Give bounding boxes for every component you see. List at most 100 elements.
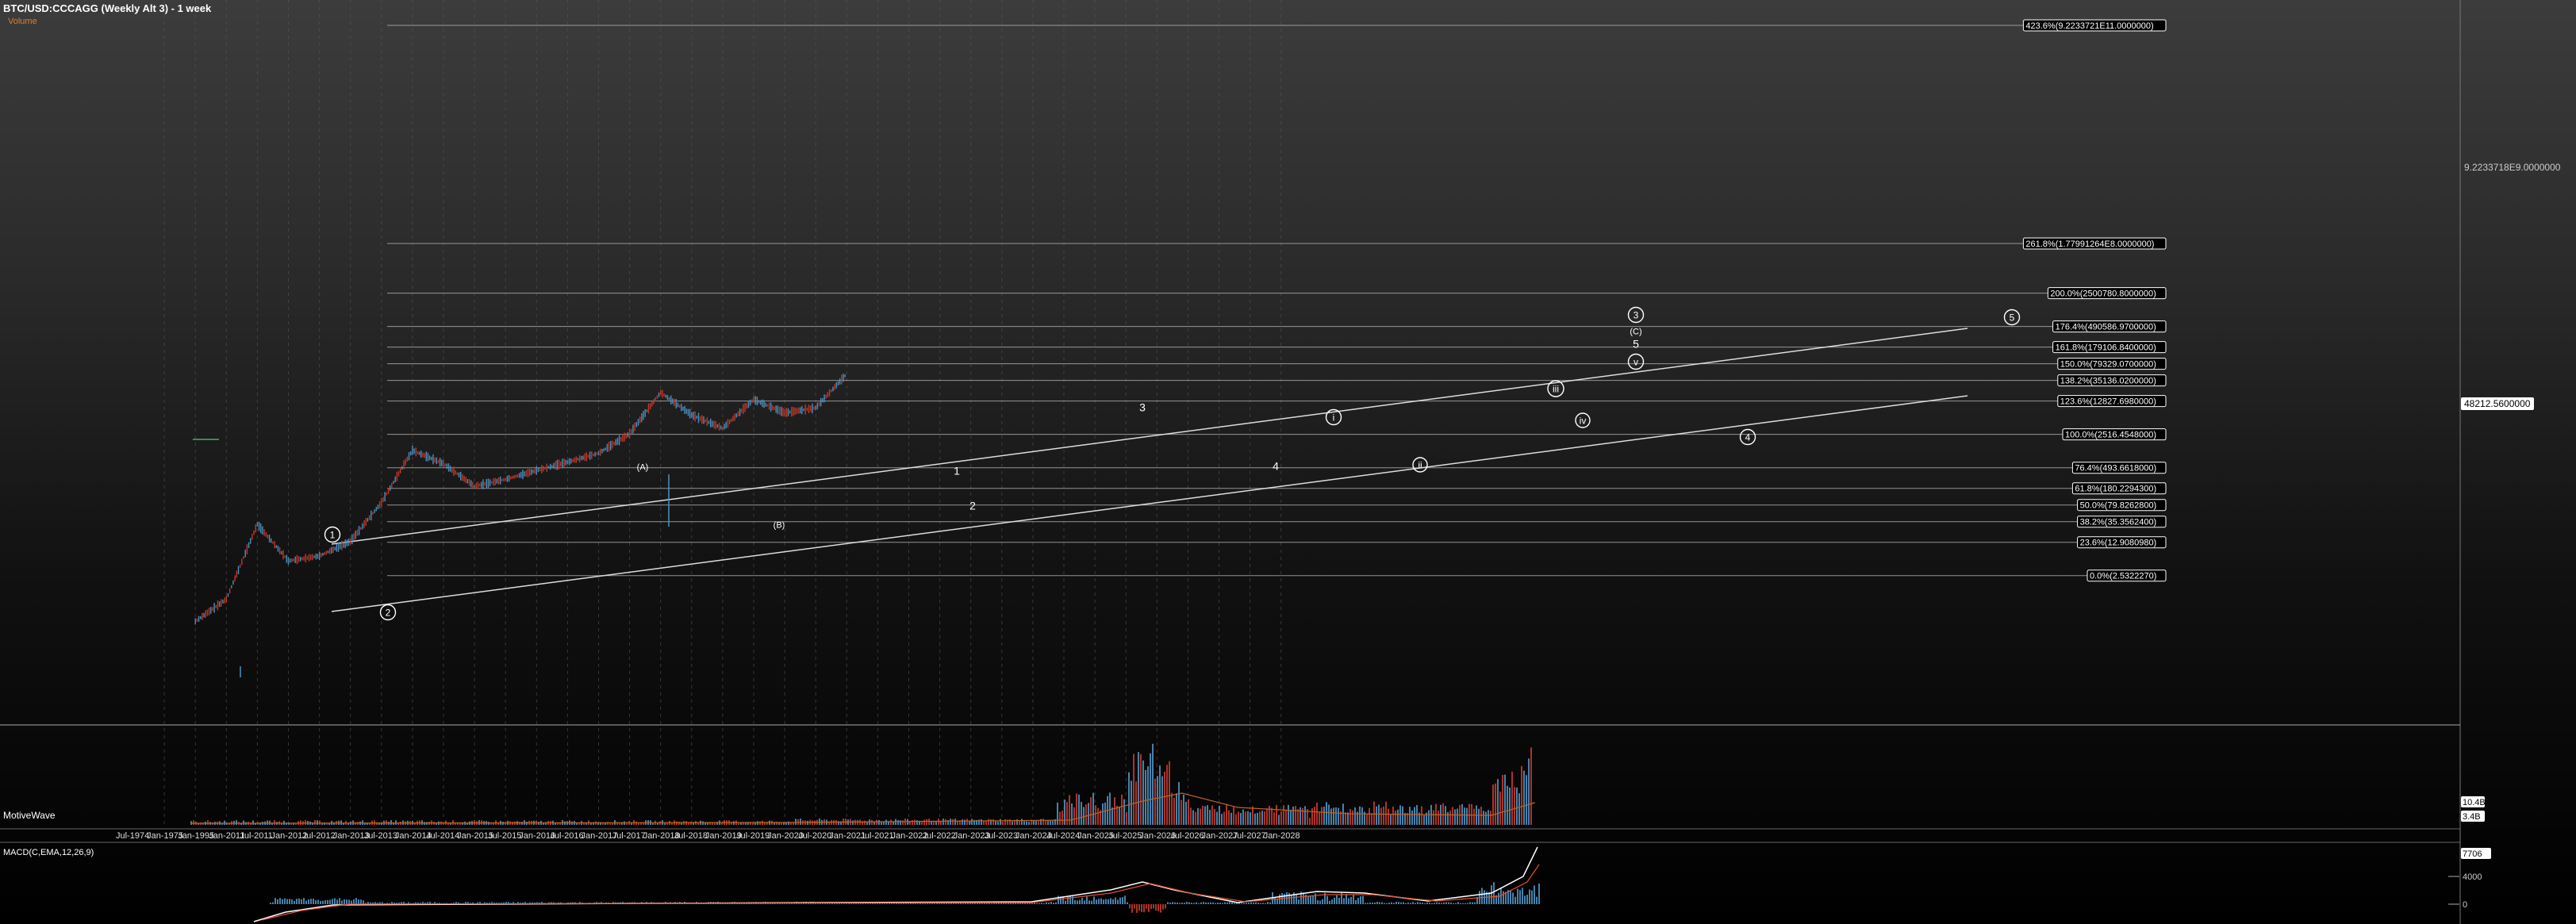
x-tick-label: Jul-2016: [550, 831, 583, 841]
macd-histogram-bar: [303, 898, 305, 904]
volume-bar: [1238, 811, 1239, 825]
price-series: [194, 374, 846, 677]
macd-histogram-bar: [1276, 899, 1278, 904]
volume-bar: [1259, 811, 1261, 825]
x-tick-label: Jul-2022: [923, 831, 956, 841]
volume-bar: [1328, 804, 1330, 825]
macd-histogram-bar: [1119, 897, 1121, 904]
fib-level-label: 138.2%(35136.0200000): [2060, 377, 2156, 386]
fib-level-label: 50.0%(79.8262800): [2080, 501, 2157, 511]
macd-histogram-bar: [1365, 903, 1366, 904]
volume-bar: [671, 822, 673, 825]
macd-histogram-bar: [1203, 902, 1204, 904]
fib-level-label: 423.6%(9.2233721E11.0000000): [2025, 21, 2153, 31]
macd-histogram-bar: [1241, 903, 1242, 904]
macd-histogram-bar: [1188, 902, 1190, 904]
volume-bar: [1347, 812, 1349, 825]
volume-bar: [1083, 807, 1085, 825]
volume-bar: [1192, 810, 1194, 825]
macd-histogram-bar: [1538, 884, 1540, 904]
volume-bar: [754, 822, 756, 825]
volume-bar: [1285, 810, 1287, 825]
volume-bar: [1000, 819, 1001, 825]
macd-histogram-bar: [1043, 903, 1045, 904]
volume-bar: [1511, 771, 1513, 825]
macd-histogram-bar: [332, 899, 333, 904]
volume-bar: [897, 820, 899, 825]
macd-histogram-bar: [1415, 903, 1416, 904]
x-tick-label: Jan-2028: [1264, 831, 1300, 841]
volume-bar: [1247, 811, 1249, 825]
volume-bar: [609, 822, 611, 825]
wave-label: 1: [330, 530, 336, 541]
macd-histogram-bar: [1429, 903, 1430, 904]
volume-bar: [1133, 753, 1134, 825]
volume-bar: [1335, 807, 1337, 825]
macd-histogram-bar: [1296, 893, 1297, 904]
macd-histogram-bar: [1198, 903, 1200, 904]
volume-bar: [1421, 806, 1422, 825]
macd-histogram-bar: [270, 903, 271, 904]
volume-bar: [1304, 806, 1306, 825]
volume-bar: [928, 819, 930, 825]
volume-bar: [1452, 807, 1453, 825]
macd-histogram-bar: [1077, 900, 1078, 904]
volume-bar: [738, 822, 739, 825]
volume-bar: [1235, 814, 1237, 825]
macd-histogram-bar: [344, 899, 345, 904]
x-tick-label: Jul-2025: [1108, 831, 1142, 841]
macd-histogram-bar: [358, 899, 359, 904]
volume-bar: [1250, 812, 1251, 825]
volume-label: Volume: [8, 17, 37, 26]
volume-bar: [1102, 803, 1104, 825]
volume-bar: [1109, 792, 1111, 825]
volume-bar: [538, 822, 539, 825]
volume-bar: [1228, 810, 1230, 825]
macd-histogram-bar: [1331, 899, 1333, 904]
last-price-label: 48212.5600000: [2464, 398, 2531, 409]
volume-bar: [712, 822, 713, 825]
volume-bar: [1150, 753, 1151, 825]
volume-bar: [935, 821, 937, 825]
macd-histogram-bar: [1322, 899, 1323, 904]
volume-bar: [1190, 807, 1192, 825]
macd-histogram-bar: [308, 899, 309, 904]
volume-bar: [1090, 797, 1092, 825]
volume-bar: [224, 820, 225, 825]
macd-histogram-bar: [1255, 902, 1257, 904]
macd-histogram-bar: [1136, 904, 1138, 913]
volume-bar: [1483, 811, 1484, 825]
volume-bar: [1092, 792, 1094, 825]
volume-bar: [971, 819, 973, 825]
volume-bar: [914, 819, 916, 825]
macd-histogram-bar: [1529, 889, 1530, 904]
volume-bar: [1388, 808, 1389, 825]
wave-label: ii: [1418, 460, 1422, 471]
macd-histogram-bar: [1360, 895, 1361, 904]
volume-bar: [1390, 815, 1392, 825]
volume-bar: [1183, 794, 1184, 825]
macd-axis-label: 4000: [2463, 872, 2482, 882]
macd-histogram-bar: [1493, 882, 1495, 904]
volume-bar: [1252, 806, 1253, 825]
wave-label: 5: [2010, 312, 2015, 324]
macd-histogram-bar: [919, 903, 921, 904]
volume-bar: [1326, 802, 1327, 825]
macd-histogram-bar: [1317, 899, 1319, 904]
volume-bar: [1269, 805, 1270, 825]
macd-histogram-bar: [1179, 903, 1181, 904]
macd-histogram-bar: [1474, 902, 1476, 904]
macd-histogram-bar: [1246, 903, 1247, 904]
volume-bar: [1385, 801, 1387, 825]
macd-histogram-bar: [277, 899, 278, 904]
macd-histogram-bar: [1522, 888, 1523, 904]
x-tick-label: Jul-2020: [798, 831, 831, 841]
macd-histogram-bar: [1438, 902, 1440, 904]
wave-label: 4: [1745, 432, 1751, 443]
macd-histogram-bar: [1403, 902, 1404, 904]
volume-bar: [1171, 792, 1173, 825]
chart-svg[interactable]: 423.6%(9.2233721E11.0000000) 261.8%(1.779…: [0, 0, 2576, 924]
wave-label: 3: [1634, 310, 1639, 321]
fibonacci-levels: 423.6%(9.2233721E11.0000000) 261.8%(1.779…: [387, 19, 2167, 582]
chart-canvas[interactable]: 423.6%(9.2233721E11.0000000) 261.8%(1.779…: [0, 0, 2576, 924]
